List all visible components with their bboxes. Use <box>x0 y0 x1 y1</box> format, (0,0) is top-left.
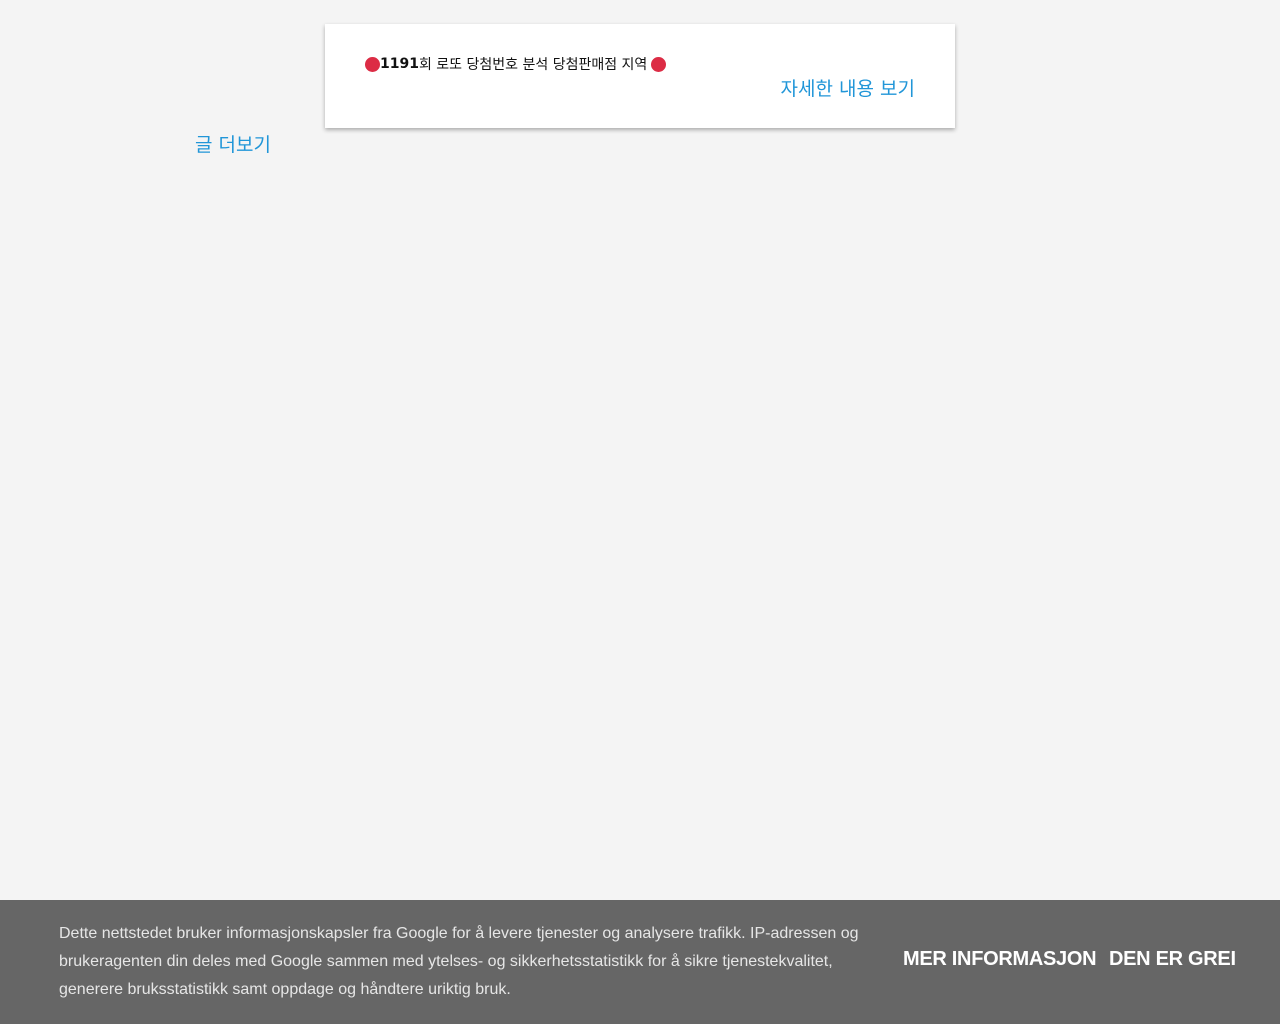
cookie-notice-bar: Dette nettstedet bruker informasjonskaps… <box>0 900 1280 1024</box>
post-card: 1191 회 로또 당첨번호 분석 당첨판매점 지역 자세한 내용 보기 <box>325 24 955 128</box>
more-posts-link[interactable]: 글 더보기 <box>195 130 271 157</box>
accept-cookies-button[interactable]: DEN ER GREI <box>1109 948 1236 971</box>
post-title-text: 회 로또 당첨번호 분석 당첨판매점 지역 <box>418 57 648 73</box>
post-title-number: 1191 <box>380 56 419 72</box>
red-circle-icon <box>365 56 380 72</box>
read-more-link[interactable]: 자세한 내용 보기 <box>781 74 915 101</box>
page: 1191 회 로또 당첨번호 분석 당첨판매점 지역 자세한 내용 보기 글 더… <box>0 0 1280 1024</box>
cookie-notice-text: Dette nettstedet bruker informasjonskaps… <box>59 925 859 998</box>
post-title[interactable]: 1191 회 로또 당첨번호 분석 당첨판매점 지역 <box>365 54 667 74</box>
red-circle-icon <box>651 56 667 72</box>
more-info-button[interactable]: MER INFORMASJON <box>903 948 1097 971</box>
